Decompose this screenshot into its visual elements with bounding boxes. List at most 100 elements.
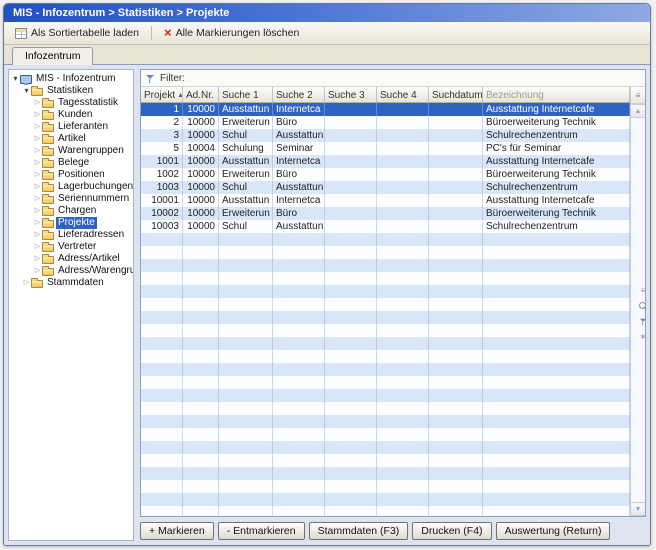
tree-item-projekte[interactable]: ▷ Projekte [9, 217, 133, 229]
tree-expander-icon[interactable]: ▾ [22, 85, 31, 97]
table-row[interactable]: 310000SchulAusstattunSchulrechenzentrum [141, 129, 630, 142]
column-header-suchdatum[interactable]: Suchdatum [429, 87, 483, 102]
tree-item-kunden[interactable]: ▷ Kunden [9, 109, 133, 121]
magnifier-icon[interactable] [639, 302, 647, 310]
scroll-down-button[interactable]: ▼ [631, 502, 645, 516]
tree-expander-icon[interactable]: ▷ [33, 169, 42, 181]
tree-item-statistiken[interactable]: ▾ Statistiken [9, 85, 133, 97]
tree-item-lieferanten[interactable]: ▷ Lieferanten [9, 121, 133, 133]
tab-infozentrum[interactable]: Infozentrum [12, 47, 93, 65]
table-row[interactable] [141, 311, 630, 324]
load-sort-table-label: Als Sortiertabelle laden [31, 27, 139, 39]
tree-item-artikel[interactable]: ▷ Artikel [9, 133, 133, 145]
table-row[interactable] [141, 506, 630, 516]
entmarkieren-button[interactable]: - Entmarkieren [218, 522, 305, 540]
column-header-suche1[interactable]: Suche 1 [219, 87, 273, 102]
table-row[interactable] [141, 402, 630, 415]
tree-item-adress-warengruppen[interactable]: ▷ Adress/Warengruppen [9, 265, 133, 277]
tree-expander-icon[interactable]: ▷ [33, 109, 42, 121]
table-row[interactable] [141, 350, 630, 363]
tree-item-positionen[interactable]: ▷ Positionen [9, 169, 133, 181]
table-row[interactable] [141, 233, 630, 246]
tree-item-warengruppen[interactable]: ▷ Warengruppen [9, 145, 133, 157]
cell-suche1 [219, 285, 273, 298]
table-row[interactable] [141, 272, 630, 285]
tree-expander-icon[interactable]: ▷ [33, 193, 42, 205]
table-row[interactable]: 1000210000ErweiterunBüroBüroerweiterung … [141, 207, 630, 220]
table-row[interactable] [141, 415, 630, 428]
cell-adnr [183, 415, 219, 428]
table-row[interactable]: 100110000AusstattunInternetcaAusstattung… [141, 155, 630, 168]
tree-item-mis-infozentrum[interactable]: ▾ MIS - Infozentrum [9, 73, 133, 85]
cell-projekt [141, 415, 183, 428]
table-row[interactable] [141, 259, 630, 272]
tree-expander-icon[interactable]: ▷ [33, 121, 42, 133]
load-sort-table-button[interactable]: Als Sortiertabelle laden [8, 24, 146, 42]
filter-icon[interactable] [639, 318, 646, 325]
table-row[interactable] [141, 363, 630, 376]
tree-expander-icon[interactable]: ▷ [33, 217, 42, 229]
tree-expander-icon[interactable]: ▷ [33, 145, 42, 157]
table-row[interactable] [141, 454, 630, 467]
stammdaten-button[interactable]: Stammdaten (F3) [309, 522, 409, 540]
tree-expander-icon[interactable]: ▷ [33, 97, 42, 109]
tree-item-adress-artikel[interactable]: ▷ Adress/Artikel [9, 253, 133, 265]
tree-item-lieferadressen[interactable]: ▷ Lieferadressen [9, 229, 133, 241]
filter-funnel-icon[interactable] [146, 74, 155, 83]
tree-item-chargen[interactable]: ▷ Chargen [9, 205, 133, 217]
table-row[interactable] [141, 467, 630, 480]
cell-suche2 [273, 441, 325, 454]
table-row[interactable]: 210000ErweiterunBüroBüroerweiterung Tech… [141, 116, 630, 129]
auswertung-button[interactable]: Auswertung (Return) [496, 522, 611, 540]
column-header-projekt[interactable]: Projekt▲ [141, 87, 183, 102]
table-row[interactable] [141, 246, 630, 259]
tree-item-seriennummern[interactable]: ▷ Seriennummern [9, 193, 133, 205]
table-row[interactable] [141, 376, 630, 389]
table-row[interactable] [141, 298, 630, 311]
tree-expander-icon[interactable]: ▾ [11, 73, 20, 85]
column-header-suche4[interactable]: Suche 4 [377, 87, 429, 102]
table-row[interactable] [141, 480, 630, 493]
grip-icon[interactable]: ≡ [641, 287, 646, 295]
tree-expander-icon[interactable]: ▷ [33, 253, 42, 265]
tree-expander-icon[interactable]: ▷ [33, 181, 42, 193]
table-row[interactable]: 1000310000SchulAusstattunSchulrechenzent… [141, 220, 630, 233]
tree-expander-icon[interactable]: ▷ [22, 277, 31, 289]
drucken-button[interactable]: Drucken (F4) [412, 522, 491, 540]
table-row[interactable] [141, 441, 630, 454]
tree-expander-icon[interactable]: ▷ [33, 157, 42, 169]
column-header-bezeichnung[interactable]: Bezeichnung [483, 87, 630, 102]
column-header-suche2[interactable]: Suche 2 [273, 87, 325, 102]
tree-expander-icon[interactable]: ▷ [33, 133, 42, 145]
table-row[interactable] [141, 493, 630, 506]
table-row[interactable] [141, 324, 630, 337]
tree-item-tagesstatistik[interactable]: ▷ Tagesstatistik [9, 97, 133, 109]
markieren-button[interactable]: + Markieren [140, 522, 214, 540]
column-customize-button[interactable]: ≡ [631, 87, 645, 104]
tree-item-lagerbuchungen[interactable]: ▷ Lagerbuchungen [9, 181, 133, 193]
clear-marks-button[interactable]: × Alle Markierungen löschen [157, 24, 306, 42]
table-row[interactable]: 100310000SchulAusstattunSchulrechenzentr… [141, 181, 630, 194]
tree-item-stammdaten[interactable]: ▷ Stammdaten [9, 277, 133, 289]
cell-bezeichnung [483, 363, 630, 376]
cell-projekt [141, 337, 183, 350]
table-row[interactable] [141, 337, 630, 350]
tree-item-vertreter[interactable]: ▷ Vertreter [9, 241, 133, 253]
red-x-icon: × [164, 27, 172, 39]
tree-expander-icon[interactable]: ▷ [33, 205, 42, 217]
table-row[interactable] [141, 285, 630, 298]
tree-item-belege[interactable]: ▷ Belege [9, 157, 133, 169]
table-row[interactable] [141, 389, 630, 402]
table-row[interactable] [141, 428, 630, 441]
table-row[interactable]: 510004SchulungSeminarPC's für Seminar [141, 142, 630, 155]
asterisk-icon[interactable]: ∗ [640, 333, 647, 341]
tree-expander-icon[interactable]: ▷ [33, 265, 42, 277]
tree-expander-icon[interactable]: ▷ [33, 229, 42, 241]
table-row[interactable]: 1000110000AusstattunInternetcaAusstattun… [141, 194, 630, 207]
table-row[interactable]: 110000AusstattunInternetcaAusstattung In… [141, 103, 630, 116]
tree-expander-icon[interactable]: ▷ [33, 241, 42, 253]
scroll-up-button[interactable]: ▲ [631, 104, 645, 118]
table-row[interactable]: 100210000ErweiterunBüroBüroerweiterung T… [141, 168, 630, 181]
column-header-suche3[interactable]: Suche 3 [325, 87, 377, 102]
column-header-adnr[interactable]: Ad.Nr. [183, 87, 219, 102]
